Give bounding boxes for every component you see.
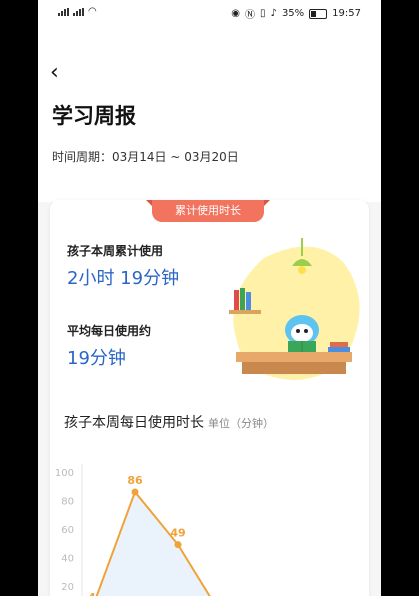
battery-icon [309, 8, 328, 19]
data-label: 49 [170, 527, 185, 540]
header: ‹ 学习周报 时间周期：03月14日 ~ 03月20日 [38, 24, 381, 202]
daily-usage-chart: 10080604020486490000 [55, 464, 211, 596]
chart-title-text: 孩子本周每日使用时长 [64, 415, 204, 431]
clock: 19:57 [332, 8, 361, 19]
status-right: ◉ Ⓝ ▯ ♪ 35% 19:57 [231, 6, 361, 21]
daily-average-value: 19分钟 [67, 348, 126, 369]
data-point [174, 541, 182, 549]
usage-area [96, 491, 210, 596]
y-tick-label: 20 [61, 582, 74, 593]
ribbon-label: 累计使用时长 [146, 200, 270, 222]
week-total-value: 2小时 19分钟 [67, 268, 180, 289]
data-label: 4 [88, 591, 96, 596]
phone-screen: ◠ ◉ Ⓝ ▯ ♪ 35% 19:57 ‹ 学习周报 时间周期：03月14日 ~… [38, 0, 381, 596]
week-total-label: 孩子本周累计使用 [67, 244, 164, 258]
summary-card: 累计使用时长 孩子本周累计使用 2小时 19分钟 平均每日使用约 19分钟 孩子… [50, 200, 369, 596]
y-tick-label: 40 [61, 554, 74, 565]
y-tick-label: 60 [61, 525, 74, 536]
battery-percent: 35% [281, 8, 305, 19]
signal-icon [58, 7, 69, 16]
nfc-icon: Ⓝ [245, 10, 256, 21]
period-text: 时间周期：03月14日 ~ 03月20日 [52, 150, 239, 164]
back-arrow-icon[interactable]: ‹ [50, 60, 59, 85]
data-point [131, 488, 139, 496]
data-label: 86 [127, 474, 143, 487]
daily-average-label: 平均每日使用约 [67, 324, 152, 338]
mute-icon: ♪ [270, 8, 277, 19]
status-left: ◠ [58, 6, 97, 17]
wifi-icon: ◠ [88, 6, 97, 17]
signal-icon [73, 7, 84, 16]
status-bar: ◠ ◉ Ⓝ ▯ ♪ 35% 19:57 [38, 0, 381, 24]
eye-icon: ◉ [231, 8, 241, 19]
page-title: 学习周报 [52, 104, 136, 128]
study-illustration [229, 238, 360, 380]
vibrate-icon: ▯ [260, 8, 266, 19]
chart-unit: 单位（分钟） [208, 417, 274, 430]
chart-title: 孩子本周每日使用时长 单位（分钟） [64, 412, 274, 432]
y-tick-label: 100 [55, 468, 74, 479]
y-tick-label: 80 [61, 497, 74, 508]
